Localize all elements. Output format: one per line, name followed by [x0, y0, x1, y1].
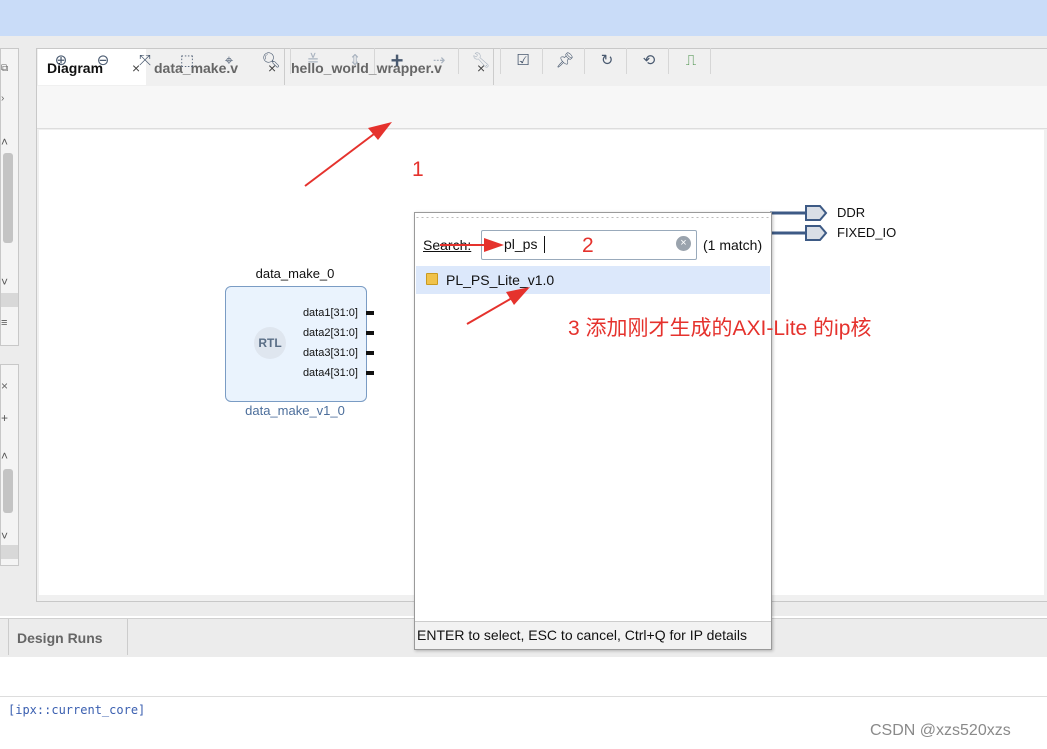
footer-hint: ENTER to select, ESC to cancel, Ctrl+Q f…: [417, 627, 748, 643]
chevron-right-icon[interactable]: ›: [1, 93, 4, 104]
port-label: data1[31:0]: [302, 307, 358, 319]
popup-footer: ENTER to select, ESC to cancel, Ctrl+Q f…: [415, 621, 771, 649]
pin-icon[interactable]: 📌︎: [552, 48, 578, 74]
scroll-down-icon[interactable]: ˅: [1, 529, 8, 543]
collapse-icon[interactable]: ≚: [300, 48, 326, 74]
scrollbar-thumb[interactable]: [3, 153, 13, 243]
toolbar-separator: [626, 48, 627, 74]
port-pin[interactable]: [366, 331, 374, 335]
expand-icon[interactable]: ⇕: [342, 48, 368, 74]
popup-grip[interactable]: [415, 216, 771, 219]
port-pin[interactable]: [366, 351, 374, 355]
search-value: pl_ps: [504, 236, 538, 252]
port-label: data2[31:0]: [302, 327, 358, 339]
debug-icon[interactable]: ⎍: [678, 48, 704, 74]
port-ddr-label: DDR: [837, 205, 866, 220]
console-divider: [0, 696, 1047, 697]
text-cursor: [544, 236, 545, 253]
optimize-routing-icon[interactable]: ⟲: [636, 48, 662, 74]
toolbar-separator: [458, 48, 459, 74]
toolbar-separator: [668, 48, 669, 74]
add-ip-icon[interactable]: +: [384, 48, 410, 74]
zoom-out-icon[interactable]: ⊖: [90, 48, 116, 74]
zoom-in-icon[interactable]: ⊕: [48, 48, 74, 74]
toolbar-separator: [374, 48, 375, 74]
toolbar-separator: [500, 48, 501, 74]
make-connection-icon[interactable]: ⇢: [426, 48, 452, 74]
ip-block[interactable]: RTL data1[31:0] data2[31:0] data3[31:0] …: [225, 286, 367, 402]
clear-search-icon[interactable]: ×: [676, 236, 691, 251]
restore-icon[interactable]: ⧉: [1, 63, 8, 74]
annotation-step-3: 3 添加刚才生成的AXI-Lite 的ip核: [568, 317, 872, 340]
annotation-step-2: 2: [582, 234, 594, 257]
fit-view-icon[interactable]: ⤧: [132, 48, 158, 74]
scrollbar-track-end: [1, 293, 18, 307]
port-fixed-io-label: FIXED_IO: [837, 225, 897, 240]
diagram-toolbar: [37, 86, 1047, 129]
scrollbar-thumb[interactable]: [3, 469, 13, 513]
annotation-step-1: 1: [412, 158, 424, 181]
search-label: Search:: [423, 237, 472, 253]
rtl-logo-icon: RTL: [254, 327, 286, 359]
zoom-selection-icon[interactable]: ⬚: [174, 48, 200, 74]
tab-label: Design Runs: [17, 630, 103, 646]
auto-connect-icon[interactable]: ⌖: [216, 48, 242, 74]
left-panel-bottom: × + ˄ ˅: [0, 364, 19, 566]
validate-icon[interactable]: ☑: [510, 48, 536, 74]
toolbar-separator: [290, 48, 291, 74]
result-item[interactable]: PL_PS_Lite_v1.0: [416, 266, 770, 294]
block-instance-name: data_make_0: [255, 266, 335, 281]
external-port-connectors: [770, 205, 828, 241]
scroll-up-icon[interactable]: ˄: [1, 135, 8, 149]
title-banner: [0, 0, 1047, 36]
left-panel-top: ⧉ › ˄ ˅ ≡: [0, 48, 19, 346]
add-icon[interactable]: +: [1, 411, 8, 425]
port-label: data3[31:0]: [302, 347, 358, 359]
properties-icon[interactable]: 🔧︎: [468, 48, 494, 74]
ip-core-icon: [426, 273, 438, 285]
regenerate-icon[interactable]: ↻: [594, 48, 620, 74]
toolbar-separator: [542, 48, 543, 74]
match-count: (1 match): [703, 237, 763, 253]
result-label: PL_PS_Lite_v1.0: [446, 272, 555, 288]
scroll-down-icon[interactable]: ˅: [1, 275, 8, 289]
port-pin[interactable]: [366, 311, 374, 315]
toolbar-separator: [584, 48, 585, 74]
tab-design-runs[interactable]: Design Runs: [8, 619, 128, 655]
scrollbar-track-end: [1, 545, 18, 559]
port-label: data4[31:0]: [302, 367, 358, 379]
add-ip-popup: Search: pl_ps × (1 match) PL_PS_Lite_v1.…: [414, 212, 772, 650]
port-pin[interactable]: [366, 371, 374, 375]
menu-icon[interactable]: ≡: [1, 317, 7, 329]
watermark: CSDN @xzs520xzs: [870, 722, 1011, 739]
console-text: [ipx::current_core]: [8, 703, 146, 717]
block-module-name: data_make_v1_0: [245, 403, 345, 418]
toolbar-separator: [710, 48, 711, 74]
search-icon[interactable]: 🔍︎: [258, 48, 284, 74]
scroll-up-icon[interactable]: ˄: [1, 449, 8, 463]
close-icon[interactable]: ×: [1, 379, 8, 393]
